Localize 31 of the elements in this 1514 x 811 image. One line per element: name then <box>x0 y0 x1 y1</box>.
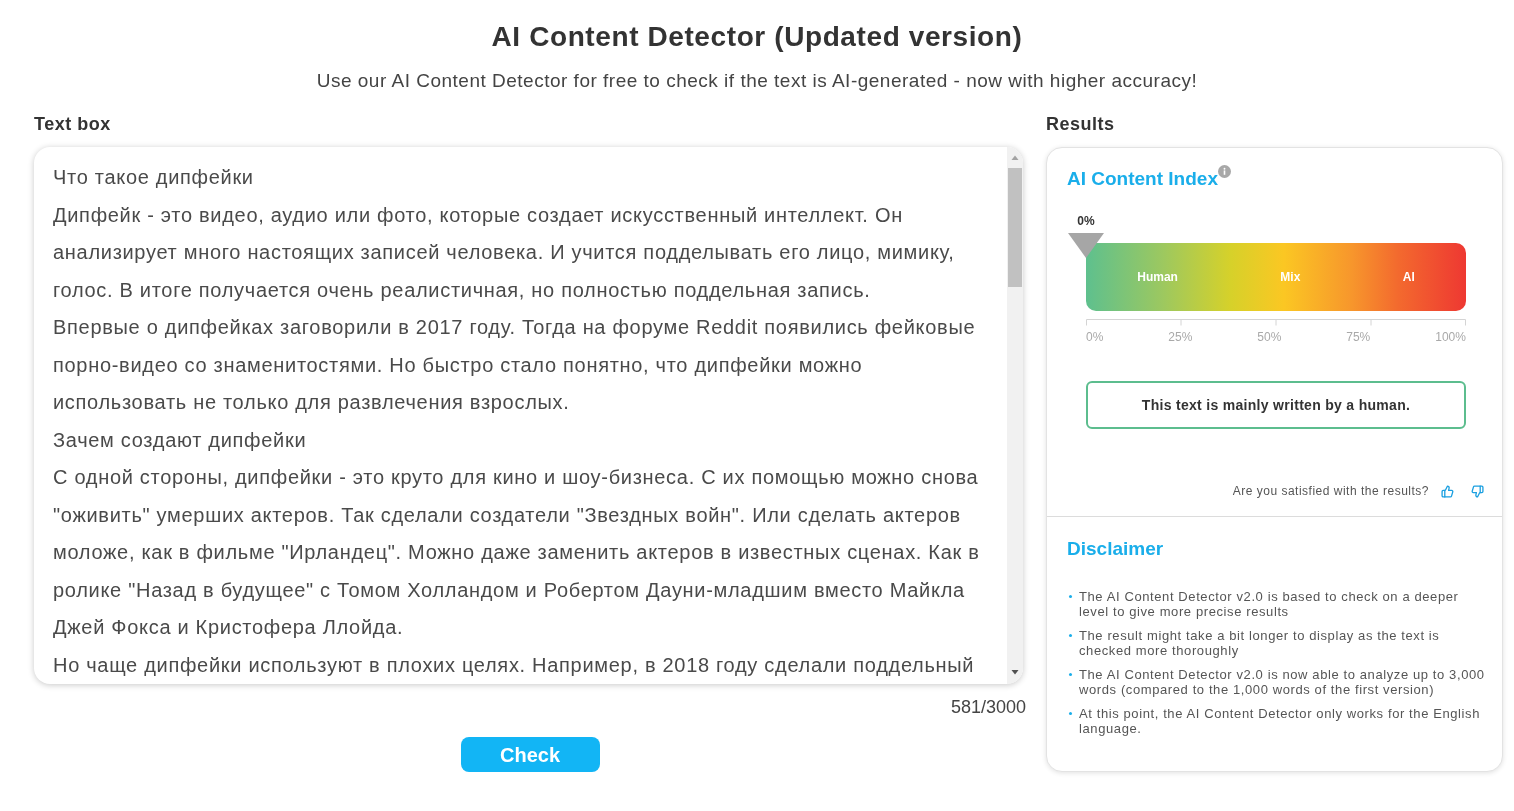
scrollbar[interactable] <box>1007 147 1023 684</box>
thumbs-down-icon[interactable] <box>1471 484 1484 498</box>
results-label: Results <box>1046 114 1115 134</box>
text-input-field[interactable]: Что такое дипфейки Дипфейк - это видео, аудио или фото, которые создает искусственный интеллект. Он анализирует много настоящих записей человека. И учится подделывать его лицо, мимику, голос. В итоге получается очень реалистичная, но полностью поддельная запись. Впервые о дипфейках заговорили в 2017 году. Тогда на форуме Reddit появились фейковые порно-видео со знаменитостями. Но быстро стало понятно, что дипфейки можно использовать не только для развлечения взрослых. Зачем создают дипфейки С одной стороны, дипфейки - это круто для кино и шоу-бизнеса. С их помощью можно снова "оживить" умерших актеров. Так сделали создатели "Звездных войн". Или сделать актеров моложе, как в фильме "Ирландец". Можно даже заменить актеров в известных сценах. Как в ролике "Назад в будущее" с Томом Холландом и Робертом Дауни-младшим вместо Майкла Джей Фокса и Кристофера Ллойда. Но чаще дипфейки используют в плохих целях. Например, в 2018 году сделали поддельный <box>34 147 1023 684</box>
verdict-text: This text is mainly written by a human. <box>1141 396 1411 414</box>
thumbs-up-icon[interactable] <box>1441 484 1454 498</box>
ai-index-title: AI Content Index <box>1067 168 1218 190</box>
scale-label: 0% <box>1086 330 1104 344</box>
info-icon[interactable] <box>1217 165 1231 178</box>
disclaimer-item: The AI Content Detector v2.0 is now able to analyze up to 3,000 words (compared to the 1,000 words of the first version) <box>1079 667 1486 697</box>
scale-label: 25% <box>1168 330 1193 344</box>
page-subtitle: Use our AI Content Detector for free to check if the text is AI-generated - now with higher accuracy! <box>316 69 1198 93</box>
ai-index-reading: 0% <box>1077 214 1095 228</box>
text-box-label: Text box <box>34 114 111 134</box>
character-counter: 581/3000 <box>950 696 1026 718</box>
bullet-icon <box>1069 673 1072 676</box>
page-title: AI Content Detector (Updated version) <box>491 20 1023 54</box>
scale-label: 100% <box>1435 330 1466 344</box>
zone-label: AI <box>1402 270 1415 284</box>
feedback-question: Are you satisfied with the results? <box>1232 484 1429 498</box>
zone-label: Human <box>1137 270 1178 284</box>
disclaimer-item: The result might take a bit longer to display as the text is checked more thoroughly <box>1079 628 1441 658</box>
disclaimer-item: The AI Content Detector v2.0 is based to check on a deeper level to give more precise results <box>1079 589 1460 619</box>
bullet-icon <box>1069 595 1072 598</box>
bullet-icon <box>1069 634 1072 637</box>
scale-label: 75% <box>1346 330 1371 344</box>
disclaimer-title: Disclaimer <box>1067 538 1164 560</box>
disclaimer-item: At this point, the AI Content Detector only works for the English language. <box>1079 706 1482 736</box>
bullet-icon <box>1069 712 1072 715</box>
scale-label: 50% <box>1257 330 1282 344</box>
zone-label: Mix <box>1280 270 1301 284</box>
